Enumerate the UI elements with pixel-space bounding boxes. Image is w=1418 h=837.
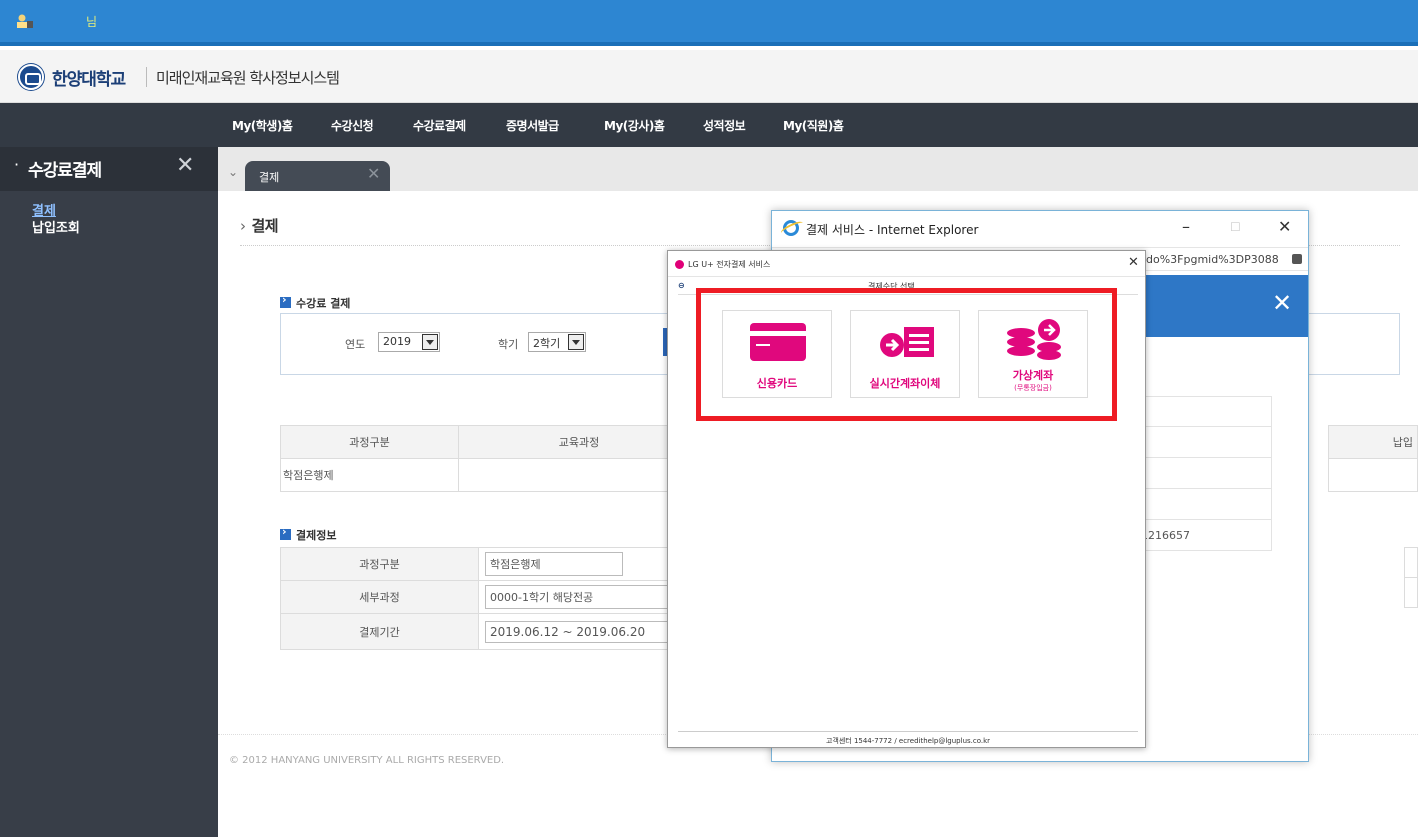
section-heading-text: 수강료 결제 [296,297,351,310]
brand-bar: 한양대학교 미래인재교육원 학사정보시스템 [0,50,1418,103]
table-cell: 학점은행제 [280,458,459,492]
sidebar-title-text: 수강료결제 [28,161,102,181]
table-row [1328,458,1418,492]
system-name: 미래인재교육원 학사정보시스템 [156,69,340,87]
nav-item-grades[interactable]: 성적정보 [703,117,746,134]
row-label: 세부과정 [280,580,479,614]
row-label: 과정구분 [280,547,479,581]
university-logo-icon: ⊖ [678,281,685,290]
payment-info-table: 과정구분 학점은행제 세부과정 0000-1학기 해당전공 결제기간 2019.… [280,547,700,650]
sidebar-item-payment-inquiry[interactable]: 납입조회 [32,220,202,237]
column-header: 교육과정 [458,425,700,459]
table-row [1404,547,1418,578]
sidebar-item-payment[interactable]: 결제 [32,203,202,220]
page-title-text: 결제 [251,217,279,235]
customer-center-info: 고객센터 1544-7772 / ecredithelp@lguplus.co.… [678,731,1138,749]
bullet-icon: · [14,155,20,174]
table-row [1404,577,1418,608]
sidebar-menu: 결제 납입조회 [32,203,202,237]
tab-bar: ⌄ 결제 ✕ [218,147,1418,191]
course-detail-field[interactable]: 0000-1학기 해당전공 [485,585,685,609]
account-number: 1216657 [1141,529,1190,542]
arrow-box-icon [280,525,291,540]
term-select[interactable]: 2학기 [528,332,586,352]
year-select[interactable]: 2019 [378,332,440,352]
table-cell [1128,427,1272,458]
nav-item-registration[interactable]: 수강신청 [331,117,374,134]
payment-summary-table: 1216657 [1128,396,1272,551]
window-title: 결제 서비스 - Internet Explorer [806,223,979,237]
top-bar: 님 [0,0,1418,46]
window-title: LG U+ 전자결제 서비스 [688,260,771,269]
chevron-down-icon[interactable]: ⌄ [228,165,238,179]
divider [146,67,147,87]
lg-uplus-icon [675,260,684,269]
section-heading-text: 결제정보 [296,529,337,542]
chevron-right-icon: › [240,217,246,235]
university-name[interactable]: 한양대학교 [52,65,126,90]
table-cell [1128,489,1272,520]
table-row: 결제기간 2019.06.12 ~ 2019.06.20 [280,613,700,650]
nav-item-staff-home[interactable]: My(직원)홈 [783,117,844,134]
close-icon[interactable]: ✕ [367,164,380,183]
nav-item-tuition[interactable]: 수강료결제 [413,117,466,134]
row-label: 결제기간 [280,613,479,650]
course-table: 과정구분 교육과정 학점은행제 [280,425,700,492]
main-nav: My(학생)홈 수강신청 수강료결제 증명서발급 My(강사)홈 성적정보 My… [0,103,1418,147]
table-header-row: 납입 [1328,425,1418,459]
section-heading-tuition: 수강료 결제 [280,293,351,311]
term-label: 학기 [498,338,519,351]
close-icon[interactable]: ✕ [1278,217,1291,236]
lock-icon [1292,254,1302,264]
tab-payment[interactable]: 결제 ✕ [245,161,390,191]
table-row: 세부과정 0000-1학기 해당전공 [280,580,700,614]
nav-item-instructor-home[interactable]: My(강사)홈 [604,117,665,134]
term-value: 2학기 [533,337,561,350]
course-table-right: 납입 [1328,425,1418,492]
table-cell [1328,458,1418,492]
payment-info-table-right [1404,547,1418,608]
copyright: © 2012 HANYANG UNIVERSITY ALL RIGHTS RES… [229,755,505,766]
table-cell [1404,547,1418,578]
tab-label: 결제 [259,171,280,184]
table-cell [458,458,700,492]
nav-item-certificates[interactable]: 증명서발급 [506,117,559,134]
window-titlebar[interactable]: LG U+ 전자결제 서비스 ✕ [668,251,1145,277]
close-icon[interactable]: ✕ [1128,255,1139,270]
column-header: 과정구분 [280,425,459,459]
close-icon[interactable]: ✕ [176,153,194,178]
close-icon[interactable]: ✕ [1272,289,1292,317]
section-heading-payment-info: 결제정보 [280,525,337,543]
highlight-box [696,288,1117,421]
sidebar: · 수강료결제 ✕ 결제 납입조회 [0,147,218,837]
table-cell [1128,396,1272,427]
column-header: 납입 [1328,425,1418,459]
sidebar-title: · 수강료결제 ✕ [0,147,218,191]
dropdown-arrow-icon [568,334,584,350]
table-cell [1404,577,1418,608]
dropdown-arrow-icon [422,334,438,350]
year-label: 연도 [345,338,366,351]
internet-explorer-icon [783,220,799,236]
table-row: 과정구분 학점은행제 [280,547,700,581]
table-cell [1128,458,1272,489]
table-cell: 1216657 [1128,520,1272,551]
url-text: do%3Fpgmid%3DP3088 [1146,253,1279,266]
page-title: › 결제 [240,215,279,236]
table-header-row: 과정구분 교육과정 [280,425,700,459]
table-row[interactable]: 학점은행제 [280,458,700,492]
window-titlebar[interactable]: 결제 서비스 - Internet Explorer – ☐ ✕ [772,211,1308,245]
minimize-icon[interactable]: – [1182,217,1190,236]
user-name: 님 [86,15,98,29]
year-value: 2019 [383,335,411,348]
user-icon [17,14,33,28]
payment-period-field[interactable]: 2019.06.12 ~ 2019.06.20 [485,620,685,643]
maximize-icon[interactable]: ☐ [1230,220,1241,234]
university-logo-icon [18,64,44,90]
arrow-box-icon [280,293,291,308]
nav-item-student-home[interactable]: My(학생)홈 [232,117,293,134]
course-type-field[interactable]: 학점은행제 [485,552,623,576]
